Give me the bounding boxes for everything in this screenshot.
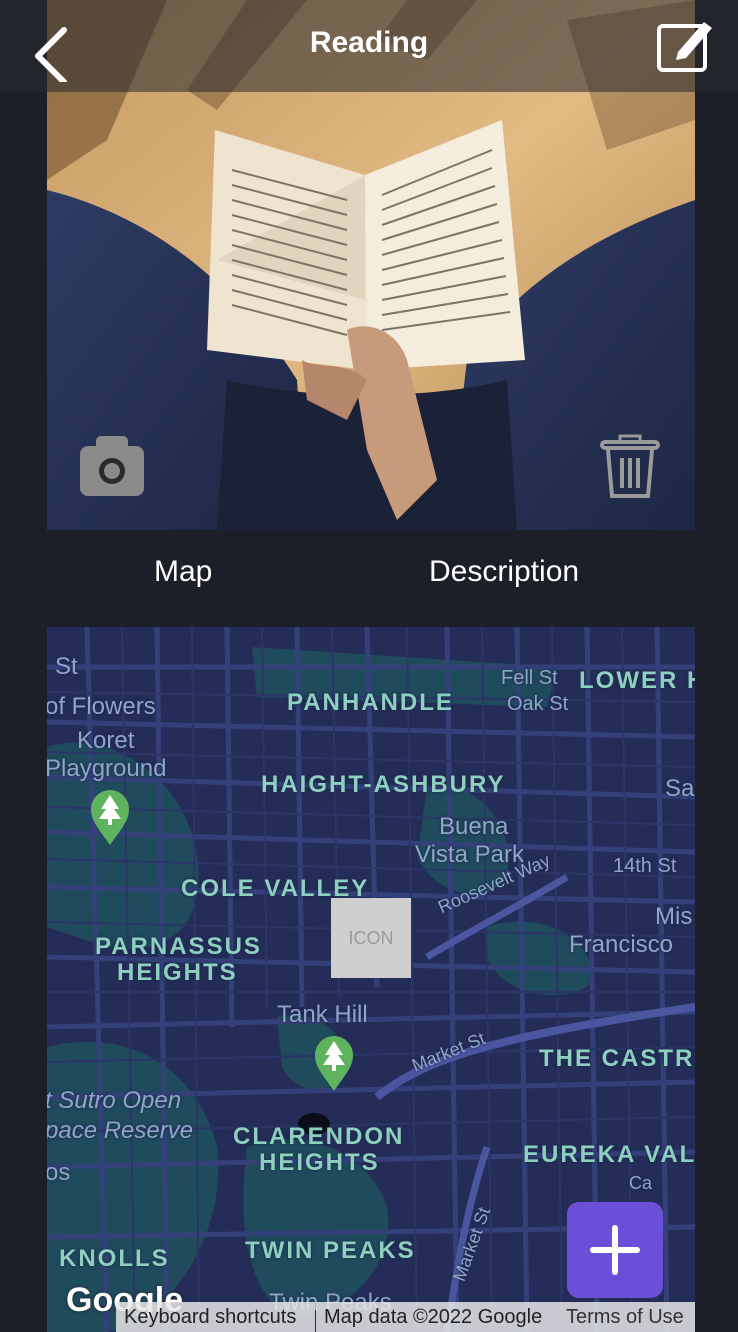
- add-button[interactable]: [567, 1202, 663, 1298]
- location-marker-placeholder[interactable]: ICON: [331, 898, 411, 978]
- map-place-label: of Flowers: [47, 693, 156, 720]
- page-title: Reading: [309, 26, 429, 59]
- map-place-label: Playground: [47, 755, 167, 782]
- map-place-label: Vista Park: [415, 841, 524, 868]
- map-neighborhood-label: THE CASTR: [539, 1045, 695, 1072]
- plus-icon: [590, 1225, 640, 1275]
- trash-icon: [600, 434, 660, 498]
- delete-button[interactable]: [598, 434, 662, 500]
- map-place-label: Tank Hill: [277, 1001, 368, 1028]
- edit-icon: [657, 22, 712, 72]
- map-place-label: Francisco: [569, 931, 674, 958]
- map-neighborhood-label: EUREKA VAL: [523, 1141, 695, 1168]
- map-place-label: St: [55, 653, 78, 680]
- map-place-label: t Sutro Open: [47, 1087, 182, 1114]
- map-neighborhood-label: CLARENDON: [233, 1123, 405, 1150]
- map-place-label: Oak St: [507, 693, 569, 715]
- map-place-label: 14th St: [613, 855, 677, 877]
- tab-map[interactable]: Map: [154, 555, 212, 589]
- content-tabs: Map Description: [0, 555, 738, 605]
- park-marker-icon[interactable]: [313, 1033, 355, 1093]
- map-place-label: Ca: [629, 1173, 653, 1193]
- map-neighborhood-label: PANHANDLE: [287, 689, 454, 716]
- map-place-label: os: [47, 1159, 71, 1186]
- map-neighborhood-label: LOWER H: [579, 667, 695, 694]
- map-neighborhood-label: HEIGHTS: [117, 959, 238, 986]
- map-place-label: Buena: [439, 813, 509, 840]
- edit-button[interactable]: [652, 14, 718, 76]
- map-place-label: pace Reserve: [47, 1117, 194, 1144]
- map-place-label: Mis: [655, 903, 693, 930]
- map-place-label: Sa: [665, 775, 695, 802]
- camera-button[interactable]: [78, 432, 146, 500]
- map-place-label: Koret: [77, 727, 135, 754]
- map-neighborhood-label: TWIN PEAKS: [245, 1237, 416, 1264]
- park-marker-icon[interactable]: [89, 787, 131, 847]
- map-neighborhood-label: HEIGHTS: [259, 1149, 380, 1176]
- map-data-attribution: Map data ©2022 Google: [316, 1302, 558, 1332]
- tab-description[interactable]: Description: [429, 555, 579, 589]
- map-neighborhood-label: PARNASSUS: [95, 933, 262, 960]
- terms-of-use-link[interactable]: Terms of Use: [558, 1302, 695, 1332]
- app-header: Reading: [0, 0, 738, 92]
- camera-icon: [80, 436, 144, 496]
- map-place-label: Fell St: [501, 667, 558, 689]
- keyboard-shortcuts-link[interactable]: Keyboard shortcuts: [116, 1302, 315, 1332]
- map-neighborhood-label: HAIGHT-ASHBURY: [261, 771, 506, 798]
- map-neighborhood-label: KNOLLS: [59, 1245, 170, 1272]
